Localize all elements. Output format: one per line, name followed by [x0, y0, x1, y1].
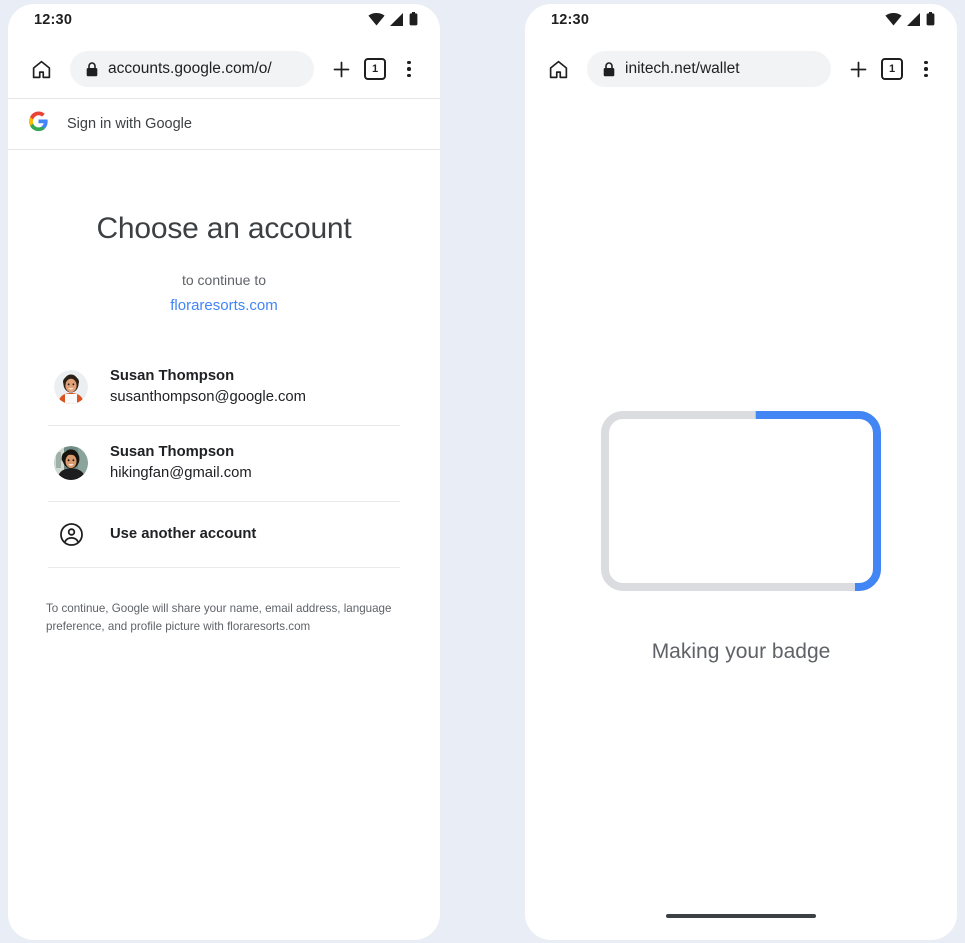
account-name: Susan Thompson: [110, 368, 235, 384]
battery-icon: [926, 12, 935, 26]
tab-count-label: 1: [881, 58, 903, 80]
phone-right: 12:30 initech.net/wallet 1 Making your b…: [525, 4, 957, 940]
lock-icon: [603, 61, 615, 77]
avatar: [54, 446, 88, 481]
status-time: 12:30: [34, 12, 73, 28]
account-circle-icon: [54, 522, 88, 547]
plus-icon[interactable]: [841, 59, 875, 80]
battery-icon: [409, 12, 418, 26]
sign-in-with-google-header: Sign in with Google: [8, 98, 440, 150]
signal-icon: [907, 12, 921, 26]
continue-host-link[interactable]: floraresorts.com: [8, 297, 440, 314]
url-text: initech.net/wallet: [625, 60, 740, 77]
kebab-menu-icon[interactable]: [392, 60, 426, 78]
url-text: accounts.google.com/o/: [108, 60, 272, 77]
account-text: Susan Thompson hikingfan@gmail.com: [110, 442, 252, 485]
signal-icon: [390, 12, 404, 26]
address-bar-left[interactable]: accounts.google.com/o/: [70, 51, 314, 87]
use-another-account-row[interactable]: Use another account: [48, 502, 400, 568]
tab-counter-button[interactable]: 1: [358, 58, 392, 80]
phone-left: 12:30 accounts.google.com/o/ 1 Sign in w…: [8, 4, 440, 940]
page-title: Choose an account: [96, 212, 352, 245]
home-icon[interactable]: [541, 59, 575, 80]
address-bar-right[interactable]: initech.net/wallet: [587, 51, 831, 87]
plus-icon[interactable]: [324, 59, 358, 80]
kebab-menu-icon[interactable]: [909, 60, 943, 78]
use-another-account-label: Use another account: [110, 526, 257, 543]
google-g-icon: [28, 111, 49, 137]
home-indicator[interactable]: [666, 914, 816, 918]
status-bar-left: 12:30: [8, 4, 440, 40]
screenshot-stage: 12:30 accounts.google.com/o/ 1 Sign in w…: [0, 0, 965, 943]
sign-in-with-google-label: Sign in with Google: [67, 116, 192, 132]
account-list: Susan Thompson susanthompson@google.com: [48, 350, 400, 568]
tab-counter-button[interactable]: 1: [875, 58, 909, 80]
lock-icon: [86, 61, 98, 77]
badge-loading-page: Making your badge: [525, 98, 957, 940]
account-email: susanthompson@google.com: [110, 389, 306, 406]
continue-to-label: to continue to: [181, 272, 267, 288]
share-disclaimer: To continue, Google will share your name…: [46, 601, 392, 633]
home-icon[interactable]: [24, 59, 58, 80]
status-time: 12:30: [551, 12, 590, 28]
avatar: [54, 370, 88, 405]
browser-toolbar-left: accounts.google.com/o/ 1: [8, 40, 440, 98]
account-text: Susan Thompson susanthompson@google.com: [110, 366, 306, 409]
status-icons: [885, 12, 935, 26]
account-email: hikingfan@gmail.com: [110, 465, 252, 482]
browser-toolbar-right: initech.net/wallet 1: [525, 40, 957, 98]
wifi-icon: [368, 12, 385, 26]
account-row[interactable]: Susan Thompson hikingfan@gmail.com: [48, 426, 400, 502]
status-icons: [368, 12, 418, 26]
badge-progress-card: [601, 411, 881, 591]
account-name: Susan Thompson: [110, 443, 235, 460]
tab-count-label: 1: [364, 58, 386, 80]
wifi-icon: [885, 12, 902, 26]
account-chooser: Choose an account to continue to florare…: [8, 150, 440, 636]
account-row[interactable]: Susan Thompson susanthompson@google.com: [48, 350, 400, 426]
making-badge-label: Making your badge: [651, 640, 831, 663]
status-bar-right: 12:30: [525, 4, 957, 40]
